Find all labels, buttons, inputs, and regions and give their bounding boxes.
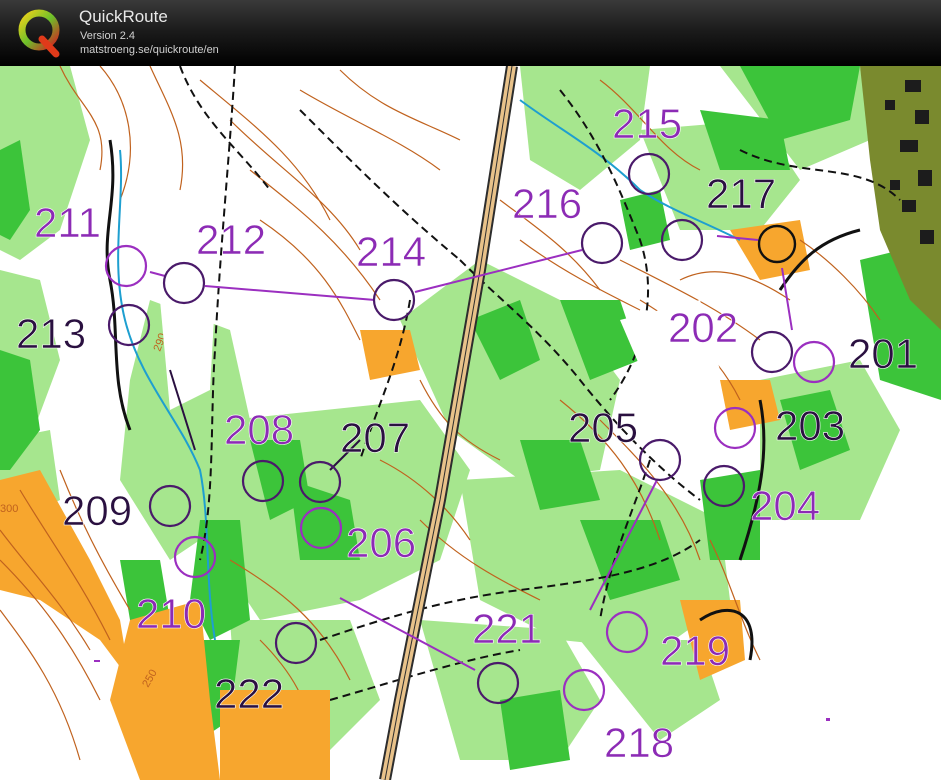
app-title: QuickRoute bbox=[79, 7, 168, 26]
control-label-208: 208 bbox=[224, 406, 294, 453]
app-header: QuickRoute Version 2.4 matstroeng.se/qui… bbox=[0, 0, 941, 66]
control-label-221: 221 bbox=[472, 605, 542, 652]
contour-label-300: 300 bbox=[0, 503, 18, 515]
control-label-215: 215 bbox=[612, 100, 682, 147]
quickroute-logo-icon bbox=[18, 9, 60, 58]
control-label-211: 211 bbox=[34, 199, 101, 246]
control-label-205: 205 bbox=[568, 404, 638, 451]
control-label-214: 214 bbox=[356, 228, 426, 275]
stray-mark bbox=[94, 660, 100, 662]
control-label-222: 222 bbox=[214, 670, 284, 717]
control-label-213: 213 bbox=[16, 310, 86, 357]
app-version: Version 2.4 bbox=[80, 30, 136, 42]
control-label-206: 206 bbox=[346, 519, 416, 566]
control-label-204: 204 bbox=[750, 482, 820, 529]
app-url[interactable]: matstroeng.se/quickroute/en bbox=[80, 44, 219, 56]
control-label-212: 212 bbox=[196, 216, 266, 263]
control-label-217: 217 bbox=[706, 170, 776, 217]
control-label-207: 207 bbox=[340, 414, 410, 461]
control-label-216: 216 bbox=[512, 180, 582, 227]
control-label-210: 210 bbox=[136, 590, 206, 637]
control-label-209: 209 bbox=[62, 487, 132, 534]
control-label-201: 201 bbox=[848, 330, 918, 377]
control-label-218: 218 bbox=[604, 719, 674, 766]
orienteering-map[interactable]: 290 300 250 201 202 203 204 205 206 207 … bbox=[0, 66, 941, 780]
control-label-202: 202 bbox=[668, 304, 738, 351]
stray-mark bbox=[826, 718, 830, 721]
control-label-203: 203 bbox=[775, 402, 845, 449]
control-label-219: 219 bbox=[660, 627, 730, 674]
map-canvas: 290 300 250 2012022032042052062072082092… bbox=[0, 66, 941, 780]
